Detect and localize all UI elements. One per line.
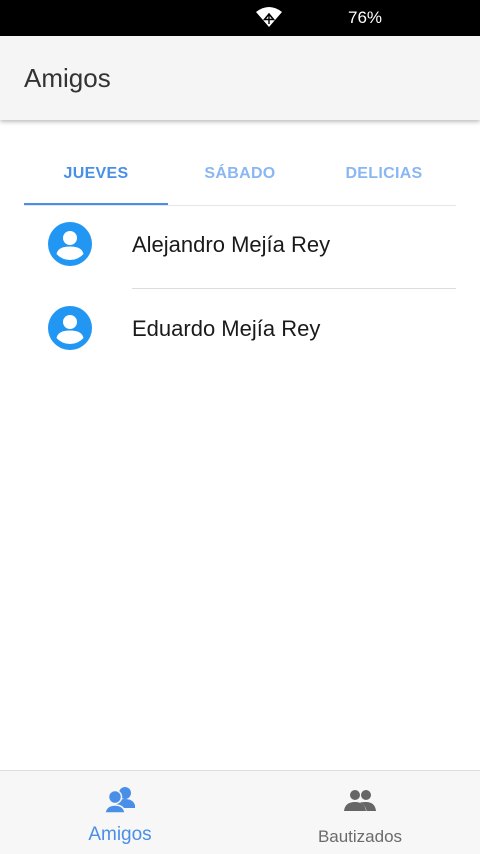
nav-item-amigos[interactable]: Amigos <box>0 771 240 854</box>
page-title: Amigos <box>24 63 111 93</box>
screen: 76% Amigos JUEVES SÁBADO DELICIAS Alejan… <box>0 0 480 854</box>
status-bar: 76% <box>0 0 480 36</box>
friend-name: Alejandro Mejía Rey <box>132 232 331 257</box>
app-bar: Amigos <box>0 36 480 120</box>
friends-list: Alejandro Mejía Rey Eduardo Mejía Rey <box>0 205 480 373</box>
friends-icon <box>104 785 136 815</box>
list-item[interactable]: Eduardo Mejía Rey <box>0 289 480 373</box>
group-icon <box>344 789 376 819</box>
nav-item-bautizados[interactable]: Bautizados <box>240 771 480 854</box>
wifi-icon <box>255 5 283 29</box>
account-circle-icon <box>48 222 92 266</box>
tab-bar: JUEVES SÁBADO DELICIAS <box>24 144 456 206</box>
nav-label-amigos: Amigos <box>88 824 152 845</box>
account-circle-icon <box>48 306 92 350</box>
nav-label-bautizados: Bautizados <box>317 827 403 846</box>
bottom-navigation: Amigos Bautizados <box>0 770 480 854</box>
battery-percentage: 76% <box>348 8 383 27</box>
friend-name: Eduardo Mejía Rey <box>132 316 321 341</box>
list-item[interactable]: Alejandro Mejía Rey <box>0 205 480 289</box>
tab-sabado[interactable]: SÁBADO <box>168 144 312 204</box>
tab-delicias[interactable]: DELICIAS <box>312 144 456 204</box>
tab-jueves[interactable]: JUEVES <box>24 144 168 204</box>
